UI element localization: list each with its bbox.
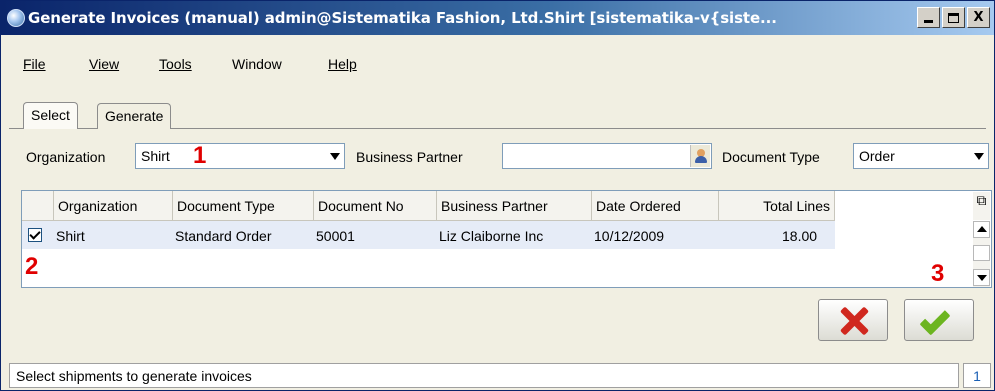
column-header-date-ordered[interactable]: Date Ordered [592, 191, 719, 221]
cell-document-no: 50001 [316, 228, 355, 244]
tab-select[interactable]: Select [23, 102, 78, 129]
column-header-select[interactable] [22, 191, 54, 221]
column-header-business-partner[interactable]: Business Partner [437, 191, 592, 221]
maximize-icon [948, 12, 959, 23]
business-partner-lookup-button[interactable] [690, 145, 710, 167]
minimize-icon [924, 20, 933, 23]
window-controls: X [917, 7, 990, 28]
organization-label: Organization [26, 149, 106, 165]
chevron-down-icon [330, 153, 340, 160]
window-title: Generate Invoices (manual) admin@Sistema… [28, 9, 777, 27]
ok-button[interactable] [904, 299, 974, 341]
cancel-button[interactable] [818, 299, 888, 341]
cell-date-ordered: 10/12/2009 [594, 228, 665, 244]
annotation-2: 2 [25, 253, 39, 280]
document-type-select[interactable]: Order [853, 143, 989, 169]
close-button[interactable]: X [967, 7, 990, 28]
table-row[interactable] [22, 221, 835, 249]
menu-file[interactable]: File [23, 56, 46, 72]
column-header-document-type[interactable]: Document Type [173, 191, 314, 221]
status-bar: Select shipments to generate invoices [9, 363, 959, 388]
close-icon: X [973, 10, 984, 25]
menu-bar: File View Tools Window Help [1, 56, 994, 78]
chevron-down-icon [974, 153, 984, 160]
orders-table: Organization Document Type Document No B… [21, 190, 992, 288]
x-icon [839, 306, 869, 336]
scroll-down-button[interactable] [973, 269, 990, 286]
window: Generate Invoices (manual) admin@Sistema… [0, 0, 995, 391]
menu-view[interactable]: View [89, 56, 119, 72]
cell-document-type: Standard Order [175, 228, 272, 244]
business-partner-label: Business Partner [356, 149, 463, 165]
maximize-button[interactable] [942, 7, 965, 28]
business-partner-field[interactable] [502, 143, 712, 169]
organization-select[interactable]: Shirt [135, 143, 345, 169]
tab-generate[interactable]: Generate [97, 103, 172, 129]
column-control-icon[interactable]: ⧉ [973, 192, 990, 220]
arrow-down-icon [977, 275, 987, 281]
cell-organization: Shirt [56, 228, 85, 244]
vertical-scrollbar[interactable] [973, 221, 990, 287]
minimize-button[interactable] [917, 7, 940, 28]
document-type-label: Document Type [722, 149, 820, 165]
row-select-checkbox[interactable] [28, 228, 42, 242]
cell-business-partner: Liz Claiborne Inc [439, 228, 544, 244]
cell-total-lines: 18.00 [782, 228, 818, 244]
annotation-3: 3 [931, 260, 945, 287]
menu-help[interactable]: Help [328, 56, 357, 72]
column-header-total-lines[interactable]: Total Lines [719, 191, 835, 221]
scroll-thumb[interactable] [973, 245, 990, 261]
title-bar: Generate Invoices (manual) admin@Sistema… [1, 1, 994, 35]
column-header-document-no[interactable]: Document No [314, 191, 437, 221]
annotation-1: 1 [193, 142, 207, 169]
check-icon [919, 304, 951, 336]
menu-tools[interactable]: Tools [159, 56, 192, 72]
menu-window[interactable]: Window [232, 56, 282, 72]
app-icon [7, 9, 25, 27]
scroll-up-button[interactable] [973, 221, 990, 238]
status-count[interactable]: 1 [963, 363, 991, 388]
column-header-organization[interactable]: Organization [54, 191, 173, 221]
arrow-up-icon [977, 226, 987, 232]
